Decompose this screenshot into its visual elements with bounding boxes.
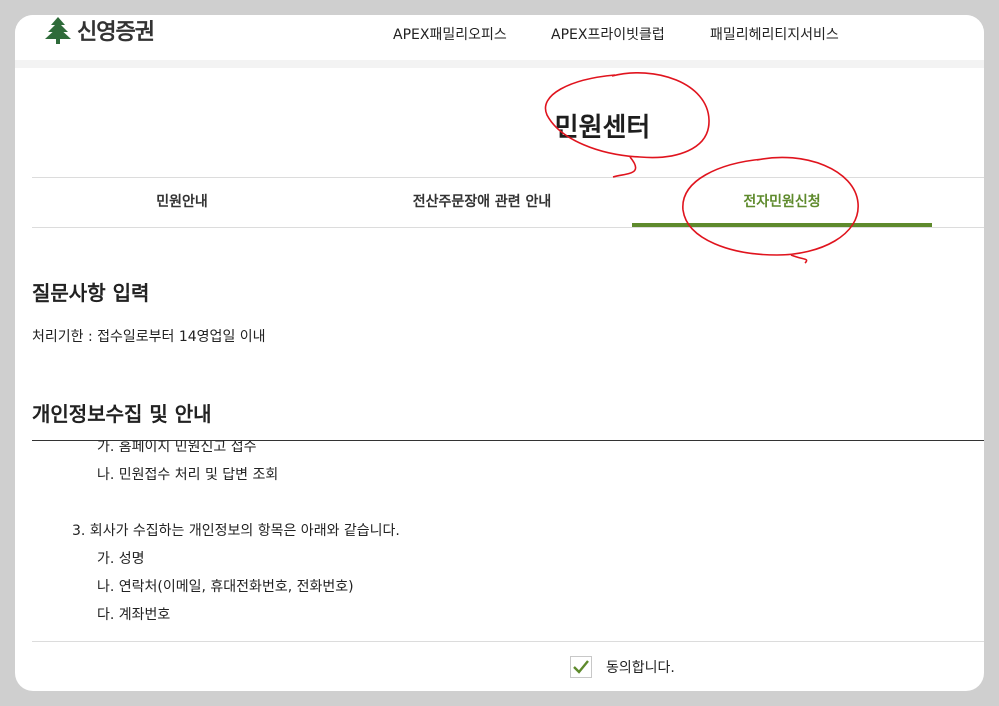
agree-option[interactable]: 동의합니다. xyxy=(570,656,675,678)
site-header: 신영증권 APEX패밀리오피스 APEX프라이빗클럽 패밀리헤리티지서비스 xyxy=(15,15,984,61)
page-title: 민원센터 xyxy=(554,113,651,143)
nav-family-heritage-service[interactable]: 패밀리헤리티지서비스 xyxy=(710,24,839,44)
tab-complaint-guide[interactable]: 민원안내 xyxy=(32,178,332,227)
agree-label: 동의합니다. xyxy=(606,660,675,676)
tab-electronic-complaint[interactable]: 전자민원신청 xyxy=(632,178,932,227)
tab-system-failure-guide[interactable]: 전산주문장애 관련 안내 xyxy=(332,178,632,227)
question-section-title: 질문사항 입력 xyxy=(32,281,150,305)
nav-apex-private-club[interactable]: APEX프라이빗클럽 xyxy=(551,24,665,44)
top-nav: APEX패밀리오피스 APEX프라이빗클럽 패밀리헤리티지서비스 xyxy=(15,24,984,44)
privacy-line: 나. 연락처(이메일, 휴대전화번호, 전화번호) xyxy=(97,579,354,595)
header-divider xyxy=(15,60,984,68)
tab-bar: 민원안내 전산주문장애 관련 안내 전자민원신청 xyxy=(32,177,984,228)
privacy-line: 나. 민원접수 처리 및 답변 조회 xyxy=(97,467,279,483)
privacy-line: 가. 홈페이지 민원신고 접수 xyxy=(97,440,257,455)
processing-deadline: 처리기한 : 접수일로부터 14영업일 이내 xyxy=(32,329,266,345)
privacy-line: 다. 계좌번호 xyxy=(97,607,171,623)
privacy-section-title: 개인정보수집 및 안내 xyxy=(32,402,212,426)
privacy-line: 가. 성명 xyxy=(97,551,145,567)
agree-checkbox[interactable] xyxy=(570,656,592,678)
browser-frame: 신영증권 APEX패밀리오피스 APEX프라이빗클럽 패밀리헤리티지서비스 민원… xyxy=(15,15,984,691)
check-icon xyxy=(573,660,589,674)
nav-apex-family-office[interactable]: APEX패밀리오피스 xyxy=(393,24,507,44)
privacy-line: 3. 회사가 수집하는 개인정보의 항목은 아래와 같습니다. xyxy=(72,523,400,539)
privacy-terms-box[interactable]: 가. 홈페이지 민원신고 접수 나. 민원접수 처리 및 답변 조회 3. 회사… xyxy=(32,440,984,642)
